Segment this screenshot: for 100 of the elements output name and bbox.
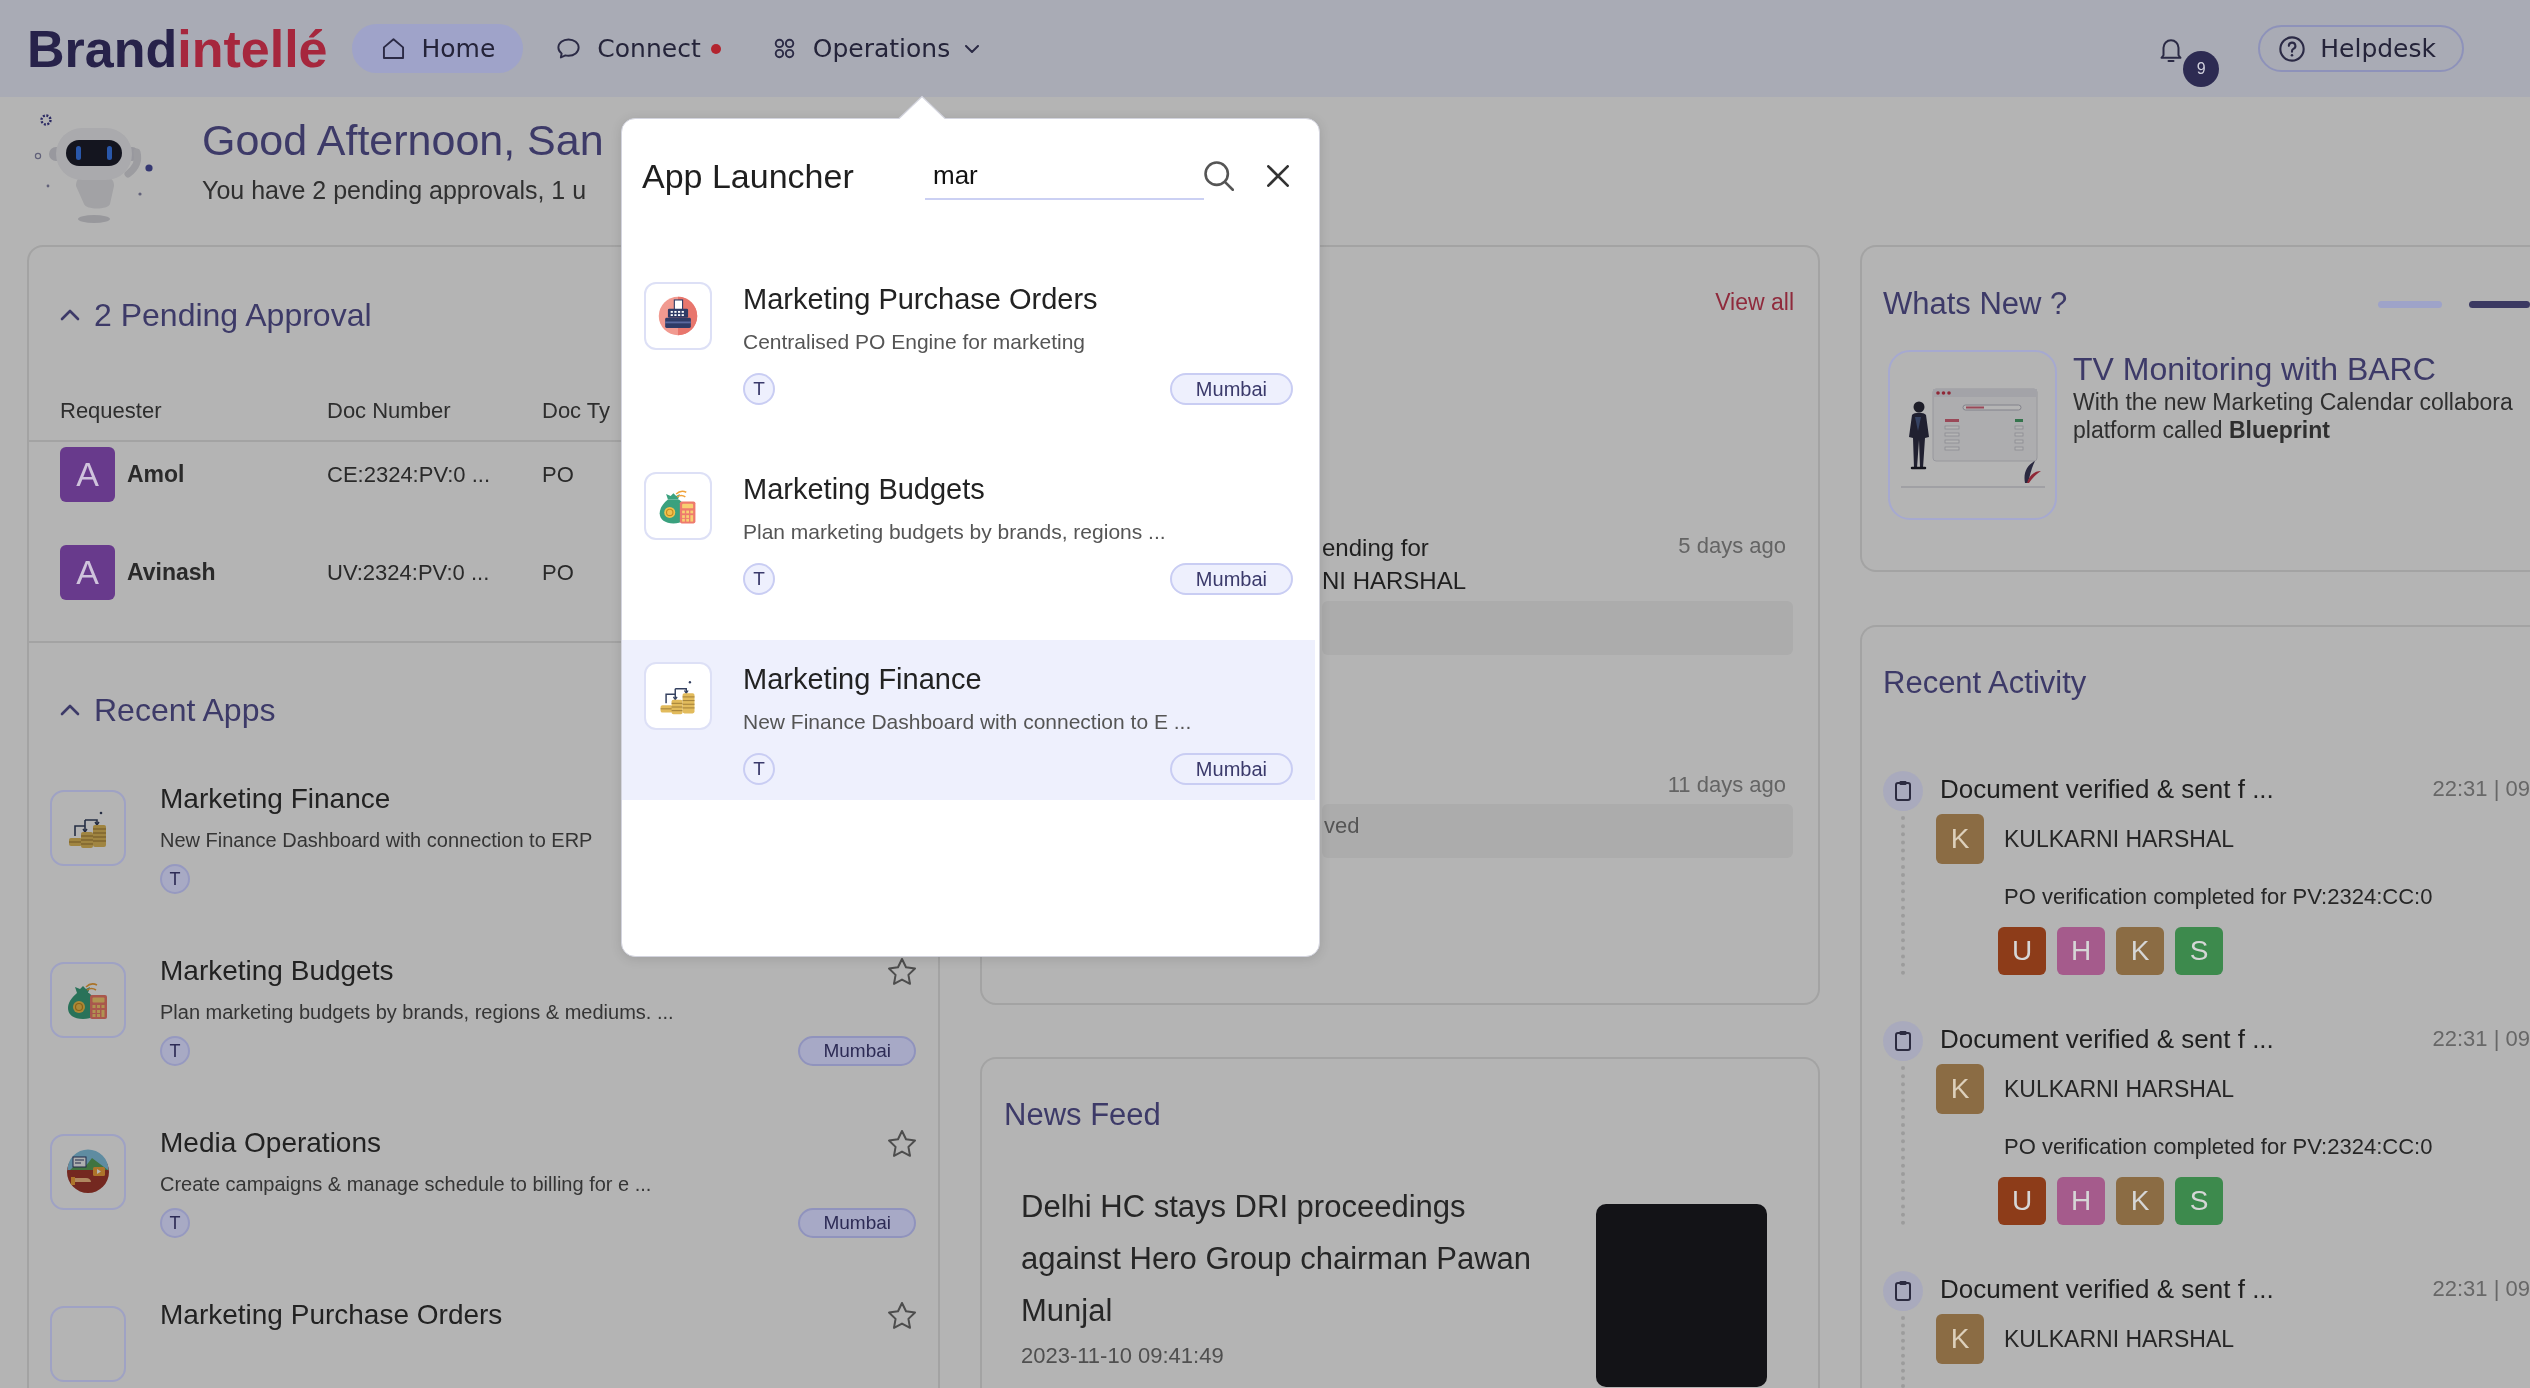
user-name: KULKARNI HARSHAL [2004,824,2235,854]
money-bag-icon[interactable] [50,962,126,1038]
section-title: Recent Apps [94,691,276,730]
table-cell-text: PO [542,559,574,587]
location-tag: Mumbai [1169,563,1293,595]
close-icon[interactable] [1267,165,1289,187]
table-cell-text: Amol [127,460,185,490]
initial-avatar: T [743,563,775,595]
note-bar: ved [1322,804,1793,858]
app-result[interactable]: Marketing Budgets Plan marketing budgets by brands, regions ... T Mumbai [622,450,1315,610]
whats-new-text: platform called Blueprint [2073,416,2330,444]
location-tag: Mumbai [798,1036,916,1066]
avatar: H [2057,927,2105,975]
activity-title[interactable]: Document verified & sent f ... [1940,1021,2274,1057]
column-header: Doc Ty [542,396,611,425]
clipboard-icon [1883,771,1923,811]
avatar: K [2116,927,2164,975]
avatar: K [1936,814,1984,864]
star-icon[interactable] [888,957,916,985]
app-title[interactable]: Marketing Finance [160,781,391,817]
app-description: New Finance Dashboard with connection to ERP [160,828,593,853]
app-description: Plan marketing budgets by brands, regions & mediums. ... [160,1000,674,1025]
news-headline[interactable]: Delhi HC stays DRI proceedings against Hero Group chairman Pawan Munjal [1021,1181,1551,1337]
activity-title[interactable]: Document verified & sent f ... [1940,771,2274,807]
popup-title: App Launcher [642,156,854,197]
whats-new-text: With the new Marketing Calendar collabora [2073,388,2513,416]
user-name: KULKARNI HARSHAL [2004,1324,2235,1354]
star-icon[interactable] [888,1129,916,1157]
app-result[interactable]: Marketing Finance New Finance Dashboard with connection to E ... T Mumbai [622,640,1315,800]
initial-avatar: T [160,1036,190,1066]
avatar: K [1936,1314,1984,1364]
clipboard-icon [1883,1271,1923,1311]
pager-bar[interactable] [2469,300,2530,308]
nav-tab[interactable]: Connect [537,24,739,73]
greeting-subtitle: You have 2 pending approvals, 1 u [202,175,587,206]
nav-tab[interactable]: Home [351,24,524,73]
card-title: News Feed [1004,1096,1161,1134]
initial-avatar: T [160,864,190,894]
star-icon[interactable] [888,1301,916,1329]
activity-message: PO verification completed for PV:2324:CC:0 [2004,1133,2433,1161]
location-tag: Mumbai [798,1208,916,1238]
app-title: Marketing Purchase Orders [743,282,1098,316]
activity-title[interactable]: Document verified & sent f ... [1940,1271,2274,1307]
avatar: H [2057,1177,2105,1225]
table-cell-text: UV:2324:PV:0 ... [327,559,490,587]
app-title[interactable]: Media Operations [160,1125,381,1161]
card-title: Recent Activity [1883,664,2087,702]
activity-text: ending for [1322,533,1429,563]
section-title: 2 Pending Approval [94,296,372,335]
table-cell-text: PO [542,461,574,489]
app-title[interactable]: Marketing Purchase Orders [160,1297,503,1333]
app-title: Marketing Finance [743,662,982,696]
table-cell-text: Avinash [127,558,216,588]
initial-avatar: T [743,753,775,785]
table-cell-text: CE:2324:PV:0 ... [327,461,491,489]
clipboard-icon [1883,1021,1923,1061]
activity-text: NI HARSHAL [1322,566,1467,596]
view-all-link[interactable]: View all [1715,285,1794,319]
app-description: Create campaigns & manage schedule to billing for e ... [160,1172,652,1197]
card-title: Whats New ? [1883,285,2068,323]
app-result[interactable]: Marketing Purchase Orders Centralised PO Engine for marketing T Mumbai [622,260,1315,420]
whats-new-headline[interactable]: TV Monitoring with BARC [2073,350,2436,388]
greeting-title: Good Afternoon, San [202,115,604,165]
avatar: K [1936,1064,1984,1114]
avatar: K [2116,1177,2164,1225]
help-icon [2278,34,2307,63]
location-tag: Mumbai [1169,753,1293,785]
cash-register-icon [644,282,712,350]
money-bag-icon [644,472,712,540]
app-description: Centralised PO Engine for marketing [743,329,1085,355]
activity-message: PO verification completed for PV:2324:CC:0 [2004,883,2433,911]
news-date: 2023-11-10 09:41:49 [1021,1342,1224,1370]
brand-logo[interactable]: Brandintellé [27,18,328,79]
search-field[interactable]: mar [925,152,1204,200]
chevron-up-icon[interactable] [60,309,80,321]
time-label: 22:31 | 09 [2432,1275,2530,1303]
app-description: New Finance Dashboard with connection to E ... [743,709,1192,735]
user-name: KULKARNI HARSHAL [2004,1074,2235,1104]
chevron-up-icon[interactable] [60,704,80,716]
search-icon[interactable] [1204,161,1234,191]
initial-avatar: T [160,1208,190,1238]
avatar: A [60,545,115,600]
app-description: Plan marketing budgets by brands, regions ... [743,519,1166,545]
column-header: Requester [60,396,162,425]
notification-badge: 9 [2183,50,2220,87]
avatar: U [1998,927,2046,975]
initial-avatar: T [743,373,775,405]
time-label: 11 days ago [1667,771,1786,799]
avatar: S [2175,927,2223,975]
time-label: 22:31 | 09 [2432,1025,2530,1053]
app-title[interactable]: Marketing Budgets [160,953,394,989]
location-tag: Mumbai [1169,373,1293,405]
avatar: A [60,447,115,502]
avatar: S [2175,1177,2223,1225]
media-icon[interactable] [50,1134,126,1210]
nav-tab[interactable]: Operations [752,24,998,73]
helpdesk-button[interactable]: Helpdesk [2258,25,2464,72]
time-label: 5 days ago [1678,532,1786,560]
app-title: Marketing Budgets [743,472,985,506]
avatar: U [1998,1177,2046,1225]
